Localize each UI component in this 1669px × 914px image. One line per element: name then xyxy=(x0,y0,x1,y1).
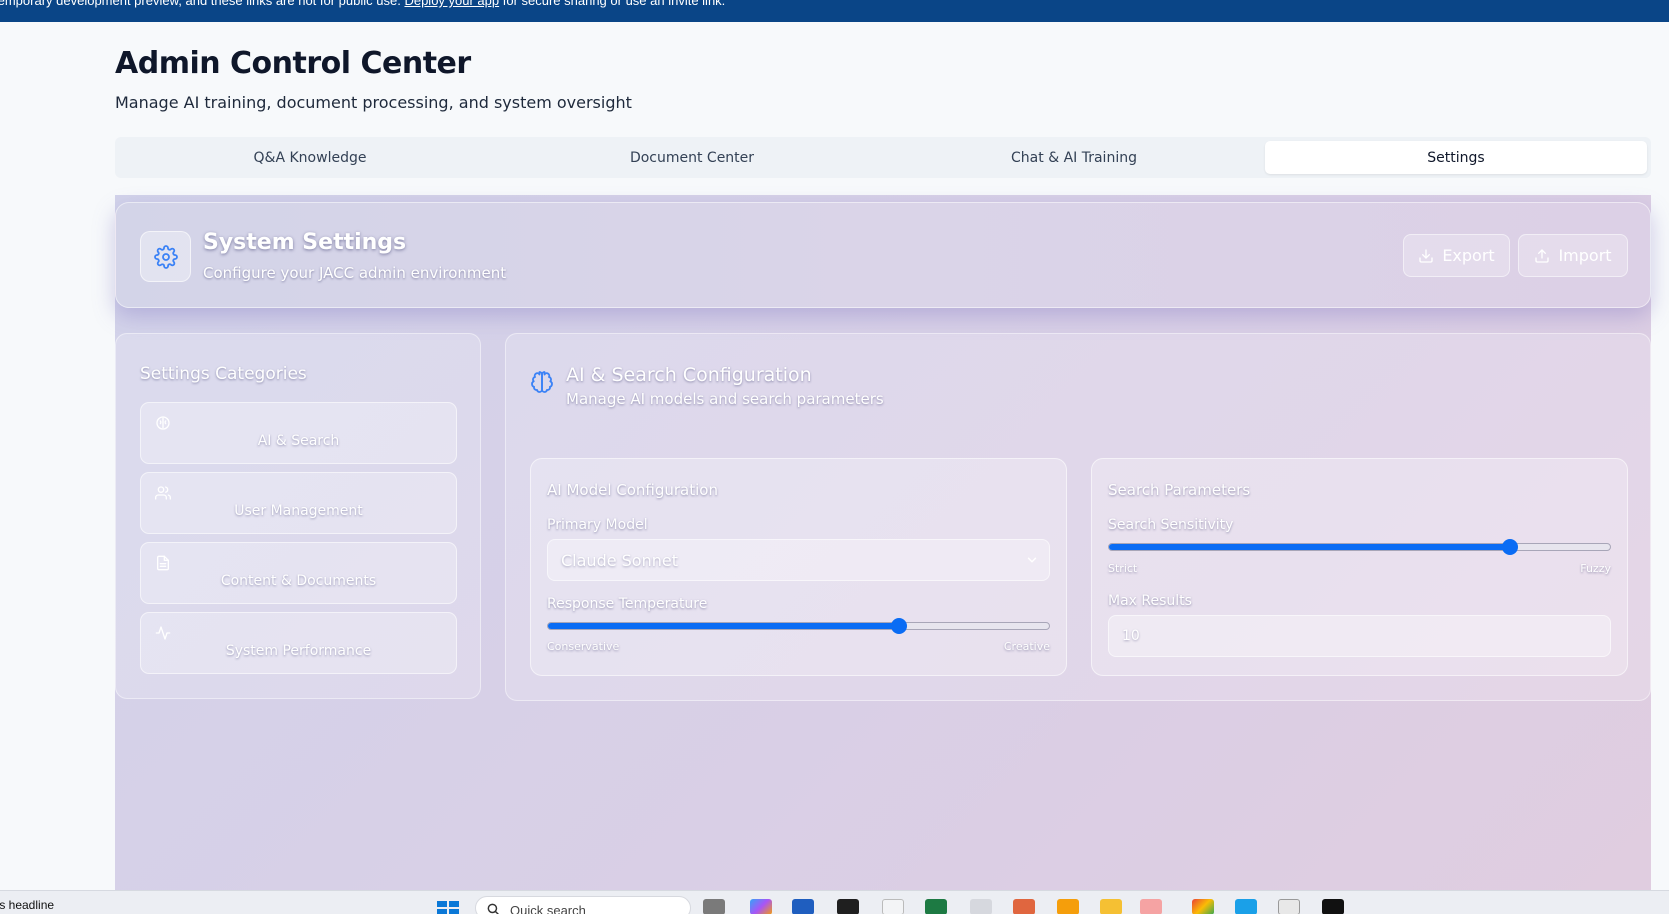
powerbi-icon[interactable] xyxy=(837,899,859,914)
app-icon[interactable] xyxy=(1057,899,1079,914)
temperature-slider[interactable] xyxy=(547,618,1050,634)
category-system-performance[interactable]: System Performance xyxy=(140,612,457,674)
file-icon xyxy=(157,555,169,571)
task-view-icon[interactable] xyxy=(703,899,725,914)
temperature-min-label: Conservative xyxy=(547,640,620,653)
windows-start-icon[interactable] xyxy=(437,901,459,914)
sensitivity-slider-thumb[interactable] xyxy=(1501,539,1518,555)
import-button[interactable]: Import xyxy=(1518,234,1628,277)
temperature-max-label: Creative xyxy=(1003,640,1050,653)
banner-text: temporary development preview, and these… xyxy=(0,0,405,8)
primary-model-value: Claude Sonnet xyxy=(561,550,678,570)
download-icon xyxy=(1419,248,1433,263)
search-icon xyxy=(487,903,499,914)
primary-model-select[interactable]: Claude Sonnet xyxy=(547,539,1050,581)
chevron-down-icon xyxy=(1027,557,1037,563)
export-button[interactable]: Export xyxy=(1403,234,1510,277)
dev-preview-banner: temporary development preview, and these… xyxy=(0,0,1669,22)
copilot-icon[interactable] xyxy=(750,899,772,914)
temperature-label: Response Temperature xyxy=(547,596,708,612)
tab-settings[interactable]: Settings xyxy=(1265,141,1647,174)
settings-title: System Settings xyxy=(203,230,407,255)
notepad-icon[interactable] xyxy=(1140,899,1162,914)
banner-text-after: for secure sharing or use an invite link… xyxy=(499,0,726,8)
news-widget[interactable]: rts headline xyxy=(0,898,54,912)
max-results-input[interactable]: 10 xyxy=(1108,615,1611,657)
app-icon[interactable] xyxy=(1322,899,1344,914)
model-card-title: AI Model Configuration xyxy=(547,481,718,499)
sensitivity-label: Search Sensitivity xyxy=(1108,517,1234,533)
settings-categories-panel: Settings Categories AI & Search User Man… xyxy=(115,333,481,699)
os-taskbar: rts headline Quick search xyxy=(0,890,1669,914)
upload-icon xyxy=(1535,248,1550,263)
category-label: User Management xyxy=(234,503,363,519)
category-content-documents[interactable]: Content & Documents xyxy=(140,542,457,604)
config-subtitle: Manage AI models and search parameters xyxy=(566,390,884,408)
category-label: AI & Search xyxy=(257,433,340,449)
page-title: Admin Control Center xyxy=(115,46,471,81)
export-label: Export xyxy=(1442,246,1495,265)
chrome-icon[interactable] xyxy=(1192,899,1214,914)
max-results-value: 10 xyxy=(1122,628,1140,644)
folder-icon[interactable] xyxy=(1100,899,1122,914)
search-parameters-card: Search Parameters Search Sensitivity Str… xyxy=(1091,458,1628,676)
temperature-slider-thumb[interactable] xyxy=(890,618,907,634)
activity-icon xyxy=(155,626,171,640)
max-results-label: Max Results xyxy=(1108,593,1192,609)
excel-icon[interactable] xyxy=(925,899,947,914)
tab-qa-knowledge[interactable]: Q&A Knowledge xyxy=(119,141,501,174)
taskbar-search[interactable]: Quick search xyxy=(475,896,691,914)
tab-document-center[interactable]: Document Center xyxy=(501,141,883,174)
tab-chat-ai-training[interactable]: Chat & AI Training xyxy=(883,141,1265,174)
brain-icon xyxy=(156,416,170,430)
categories-title: Settings Categories xyxy=(140,364,307,384)
config-title: AI & Search Configuration xyxy=(566,364,812,386)
deploy-link[interactable]: Deploy your app xyxy=(404,0,499,8)
category-user-management[interactable]: User Management xyxy=(140,472,457,534)
tab-bar: Q&A Knowledge Document Center Chat & AI … xyxy=(115,137,1651,178)
claude-icon[interactable] xyxy=(1013,899,1035,914)
category-label: System Performance xyxy=(225,643,372,659)
edge-icon[interactable] xyxy=(1235,899,1257,914)
chatgpt-icon[interactable] xyxy=(970,899,992,914)
settings-header-card: System Settings Configure your JACC admi… xyxy=(115,202,1651,308)
sensitivity-slider-fill xyxy=(1109,544,1510,550)
gear-icon-box xyxy=(140,231,191,282)
ai-search-config-panel: AI & Search Configuration Manage AI mode… xyxy=(505,333,1651,701)
settings-subtitle: Configure your JACC admin environment xyxy=(203,264,507,282)
ai-model-config-card: AI Model Configuration Primary Model Cla… xyxy=(530,458,1067,676)
primary-model-label: Primary Model xyxy=(547,517,648,533)
sensitivity-max-label: Fuzzy xyxy=(1580,562,1611,575)
temperature-slider-fill xyxy=(548,623,899,629)
category-ai-search[interactable]: AI & Search xyxy=(140,402,457,464)
users-icon xyxy=(155,486,171,500)
import-label: Import xyxy=(1558,246,1612,265)
file-icon[interactable] xyxy=(882,899,904,914)
category-label: Content & Documents xyxy=(220,573,377,589)
sensitivity-slider[interactable] xyxy=(1108,539,1611,555)
search-card-title: Search Parameters xyxy=(1108,481,1251,499)
word-icon[interactable] xyxy=(792,899,814,914)
sensitivity-min-label: Strict xyxy=(1108,562,1138,575)
brain-icon xyxy=(531,371,553,393)
gear-icon xyxy=(153,244,178,269)
app-icon[interactable] xyxy=(1278,899,1300,914)
page-subtitle: Manage AI training, document processing,… xyxy=(115,93,632,112)
taskbar-search-placeholder: Quick search xyxy=(510,903,586,914)
